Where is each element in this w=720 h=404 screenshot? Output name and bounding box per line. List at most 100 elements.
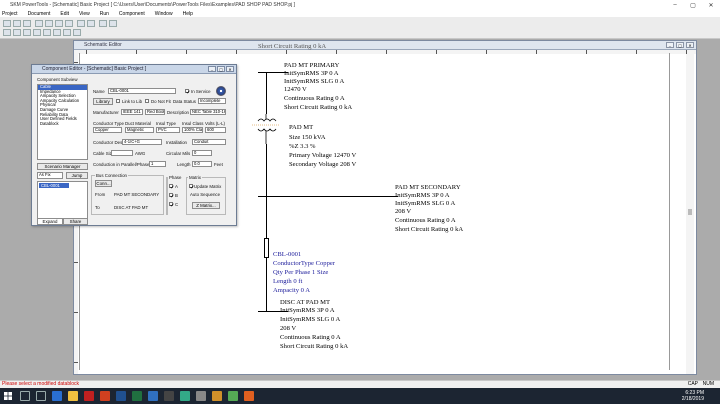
redo-icon[interactable] [87, 20, 95, 27]
code-field[interactable]: Red Book [145, 109, 165, 115]
dialog-minimize-button[interactable]: – [208, 66, 216, 72]
component-tree[interactable]: CBL-0001 [37, 181, 88, 221]
menu-component[interactable]: Component [119, 11, 145, 17]
menu-edit[interactable]: Edit [60, 11, 69, 17]
open-icon[interactable] [13, 20, 21, 27]
paste-icon[interactable] [65, 20, 73, 27]
menu-document[interactable]: Document [28, 11, 51, 17]
manufacturer-field[interactable]: IEEE 141 [121, 109, 143, 115]
cut-icon[interactable] [45, 20, 53, 27]
app-icon-1[interactable] [164, 391, 174, 401]
transformer-icon[interactable] [33, 29, 41, 36]
app-icon-2[interactable] [180, 391, 190, 401]
schematic-restore-button[interactable]: ▢ [676, 42, 684, 48]
file-explorer-icon[interactable] [68, 391, 78, 401]
dialog-close-button[interactable]: ✕ [226, 66, 234, 72]
app-icon-3[interactable] [196, 391, 206, 401]
status-message: Please select a modified datablock [2, 381, 79, 387]
in-service-checkbox[interactable] [185, 89, 190, 94]
tab-share[interactable]: Share [63, 218, 88, 225]
vertical-scrollbar[interactable] [686, 54, 694, 374]
as-fix-select[interactable]: As Fix [37, 172, 63, 179]
tree-item-cbl-0001[interactable]: CBL-0001 [39, 183, 69, 188]
minimize-button[interactable]: – [666, 0, 684, 10]
insul-type-select[interactable]: PVC [156, 127, 180, 133]
name-field[interactable]: CBL-0001 [108, 88, 176, 94]
subview-item-datablock[interactable]: Datablock [38, 121, 87, 127]
conn-button[interactable]: Conn... [95, 180, 112, 187]
app-icon-5[interactable] [228, 391, 238, 401]
length-field[interactable]: 0.0 [192, 161, 212, 167]
edge-icon[interactable] [52, 391, 62, 401]
search-icon[interactable] [20, 391, 30, 401]
fuse-icon[interactable] [73, 29, 81, 36]
zoom-out-icon[interactable] [109, 20, 117, 27]
xfmr-size: Size 150 kVA [289, 134, 326, 141]
windows-start-icon[interactable] [4, 392, 12, 400]
from-value: PAD MT SECONDARY [114, 192, 160, 197]
insul-class-select[interactable]: 100% Class [182, 127, 203, 133]
select-icon[interactable] [3, 29, 11, 36]
conductor-desc-select[interactable]: 4-1/C+G [122, 139, 162, 145]
subview-list[interactable]: Cable Impedance Ampacity Selection Ampac… [37, 84, 88, 160]
conduction-select[interactable]: 1 [149, 161, 166, 167]
dialog-maximize-button[interactable]: ▢ [217, 66, 225, 72]
duct-material-select[interactable]: Magnetic [125, 127, 154, 133]
tab-expand[interactable]: Expand [37, 218, 63, 225]
load-icon[interactable] [63, 29, 71, 36]
zoom-in-icon[interactable] [99, 20, 107, 27]
data-status-select[interactable]: Incomplete [198, 98, 226, 104]
schematic-close-button[interactable]: ✕ [686, 42, 694, 48]
library-button[interactable]: Library [93, 98, 113, 105]
app-icon-4[interactable] [212, 391, 222, 401]
save-icon[interactable] [23, 20, 31, 27]
phase-c-checkbox[interactable] [169, 202, 174, 207]
link-to-lib-checkbox[interactable] [116, 99, 120, 103]
word-icon[interactable] [116, 391, 126, 401]
new-icon[interactable] [3, 20, 11, 27]
cable-icon[interactable] [23, 29, 31, 36]
menu-view[interactable]: View [79, 11, 90, 17]
bus-icon[interactable] [13, 29, 21, 36]
close-button[interactable]: ✕ [702, 0, 720, 10]
maximize-button[interactable]: ▢ [684, 0, 702, 10]
breaker-icon[interactable] [43, 29, 51, 36]
update-matrix-checkbox[interactable] [189, 184, 194, 189]
menu-project[interactable]: Project [2, 11, 18, 17]
copy-icon[interactable] [55, 20, 63, 27]
motor-icon[interactable] [53, 29, 61, 36]
cable-size-select[interactable] [111, 150, 133, 156]
bus-pad-mt-secondary[interactable] [258, 196, 398, 197]
acrobat-icon[interactable] [84, 391, 94, 401]
menu-help[interactable]: Help [183, 11, 193, 17]
scrollbar-thumb[interactable] [688, 209, 692, 215]
system-clock[interactable]: 6:23 PM 2/18/2019 [682, 390, 704, 402]
phase-c-label: C [175, 202, 179, 207]
undo-icon[interactable] [77, 20, 85, 27]
print-icon[interactable] [35, 20, 43, 27]
z-matrix-button[interactable]: Z Matrix... [192, 202, 220, 209]
transformer-icon[interactable] [250, 114, 284, 144]
volts-select[interactable]: 600 [205, 127, 226, 133]
outlook-icon[interactable] [148, 391, 158, 401]
insul-class-label: Insul Class [182, 121, 204, 126]
menu-run[interactable]: Run [100, 11, 109, 17]
schematic-title-bar: Schematic Editor – ▢ ✕ [74, 41, 696, 50]
description-field[interactable]: NEC Table 310-16 [190, 109, 226, 115]
cable-name: CBL-0001 [273, 251, 302, 258]
menu-window[interactable]: Window [155, 11, 173, 17]
phase-a-checkbox[interactable] [169, 184, 174, 189]
conductor-type-select[interactable]: Copper [93, 127, 122, 133]
excel-icon[interactable] [132, 391, 142, 401]
skm-powertools-icon[interactable] [244, 391, 254, 401]
installation-select[interactable]: Conduit [192, 139, 226, 145]
phase-b-checkbox[interactable] [169, 193, 174, 198]
jump-button[interactable]: Jump [66, 172, 88, 179]
do-not-fit-checkbox[interactable] [145, 99, 149, 103]
schematic-minimize-button[interactable]: – [666, 42, 674, 48]
circular-mils-field[interactable]: 0 [192, 150, 212, 156]
task-view-icon[interactable] [36, 391, 46, 401]
secondary-3p: InitSymRMS 3P 0 A [395, 192, 450, 199]
powerpoint-icon[interactable] [100, 391, 110, 401]
scenario-manager-button[interactable]: Scenario Manager [37, 163, 88, 170]
